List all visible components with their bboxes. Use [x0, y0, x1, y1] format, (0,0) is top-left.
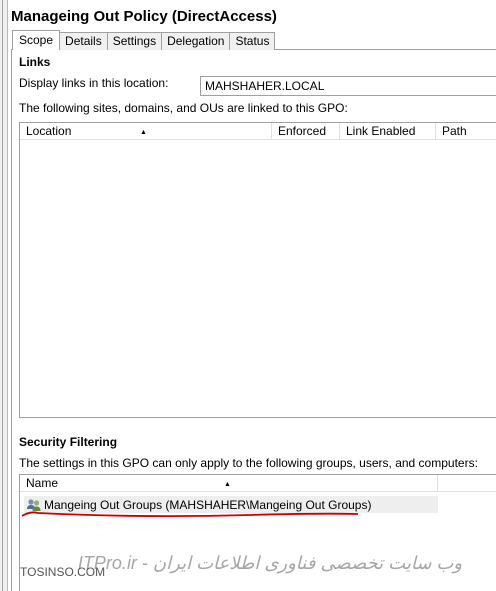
- security-filtering-title: Security Filtering: [19, 435, 118, 449]
- display-links-location-select[interactable]: MAHSHAHER.LOCAL: [200, 76, 496, 96]
- watermark-site: TOSINSO.COM: [20, 565, 106, 579]
- red-highlight-underline: [21, 511, 359, 518]
- sort-ascending-icon: ▲: [224, 481, 231, 488]
- column-enforced-label: Enforced: [278, 124, 327, 138]
- links-description: The following sites, domains, and OUs ar…: [19, 101, 348, 115]
- watermark-text: ITPro.ir - وب سایت تخصصی فناوری اطلاعات …: [77, 553, 463, 573]
- column-location[interactable]: Location ▲: [20, 123, 272, 140]
- security-filtering-header: Name ▲: [20, 475, 496, 492]
- tab-details[interactable]: Details: [59, 32, 108, 50]
- column-location-label: Location: [26, 124, 72, 138]
- left-frame: [0, 0, 8, 591]
- links-section-title: Links: [19, 55, 51, 69]
- links-listview[interactable]: Location ▲ Enforced Link Enabled Path: [19, 122, 496, 418]
- links-listview-header: Location ▲ Enforced Link Enabled Path: [20, 123, 496, 140]
- column-path[interactable]: Path: [436, 123, 496, 140]
- column-link-enabled[interactable]: Link Enabled: [340, 123, 436, 140]
- tab-strip: Scope Details Settings Delegation Status: [12, 30, 276, 50]
- window-title: Manageing Out Policy (DirectAccess): [11, 8, 277, 25]
- security-filtering-description: The settings in this GPO can only apply …: [19, 456, 478, 470]
- column-name-label: Name: [26, 476, 59, 490]
- tab-status[interactable]: Status: [229, 32, 276, 50]
- tab-settings[interactable]: Settings: [106, 32, 163, 50]
- tab-delegation[interactable]: Delegation: [161, 32, 231, 50]
- column-path-label: Path: [442, 124, 467, 138]
- tab-scope[interactable]: Scope: [12, 30, 61, 50]
- display-links-label: Display links in this location:: [19, 76, 169, 90]
- column-name[interactable]: Name ▲: [20, 475, 438, 492]
- column-enforced[interactable]: Enforced: [272, 123, 340, 140]
- column-link-enabled-label: Link Enabled: [346, 124, 416, 138]
- sort-ascending-icon: ▲: [140, 129, 147, 136]
